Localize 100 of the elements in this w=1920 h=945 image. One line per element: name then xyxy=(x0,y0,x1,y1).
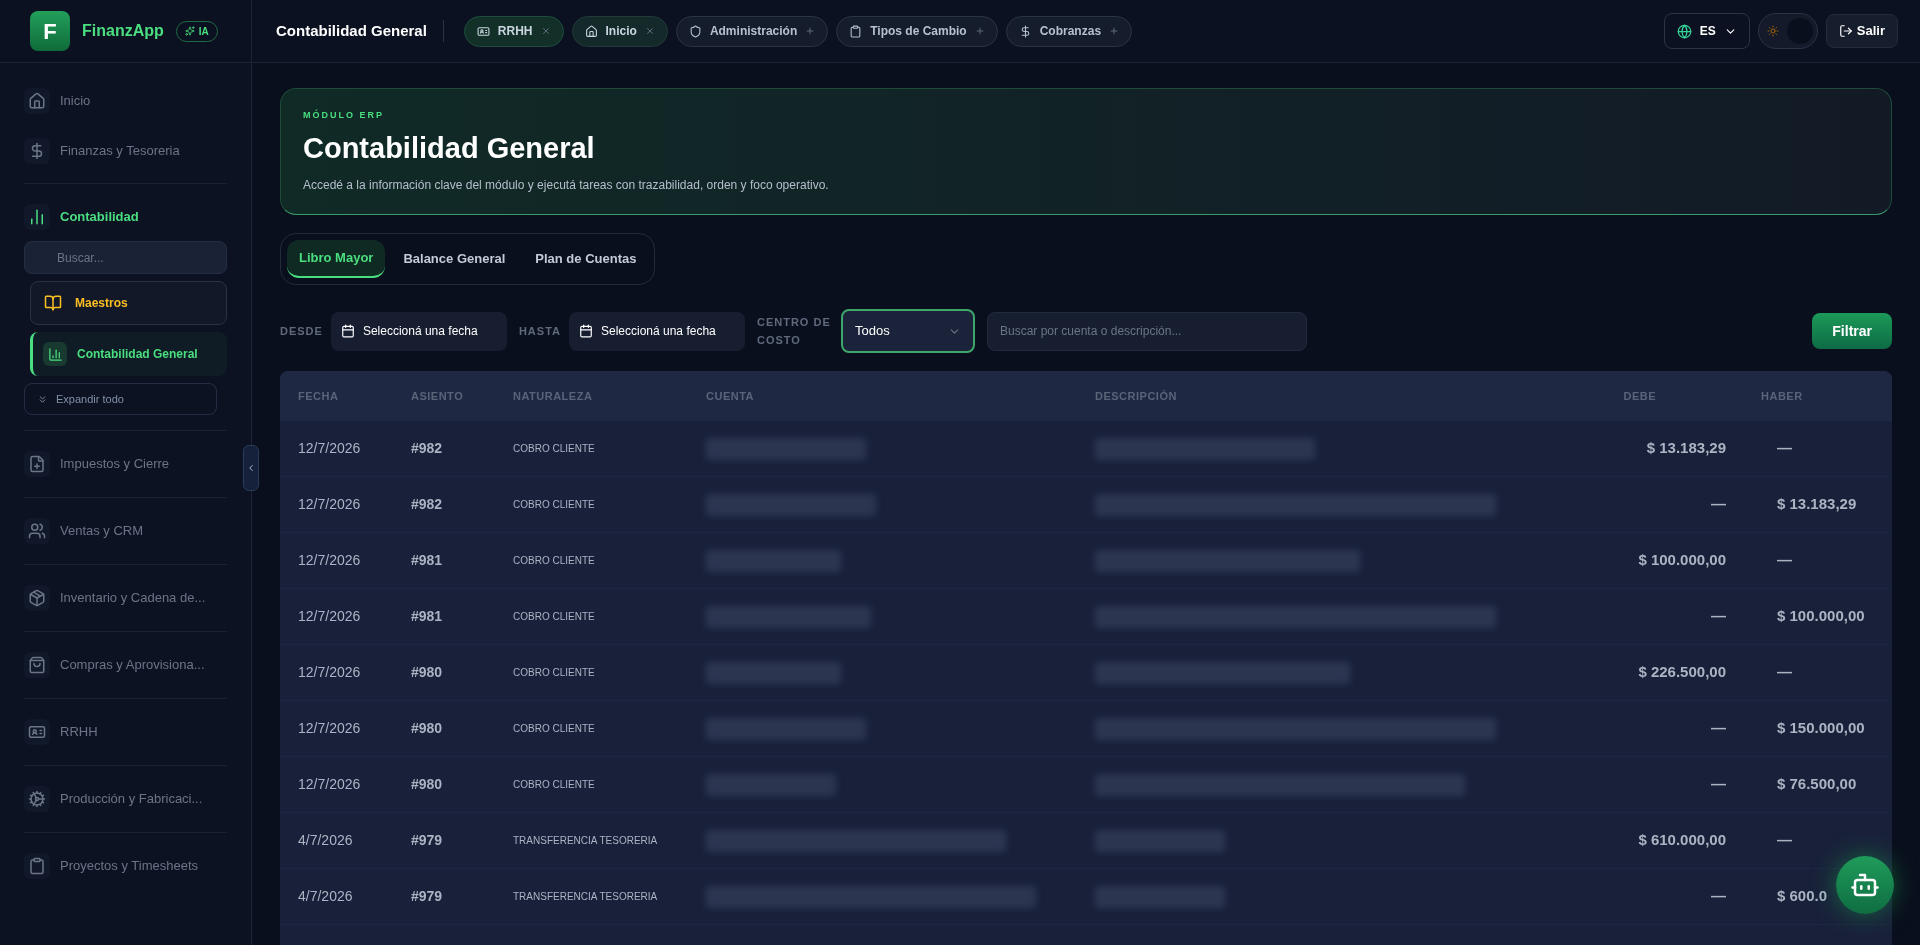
logout-icon xyxy=(1838,24,1853,38)
calendar-icon xyxy=(340,324,355,338)
sidebar-item[interactable]: Contabilidad xyxy=(24,199,227,235)
logout-button[interactable]: Salir xyxy=(1825,14,1898,48)
app-name: FinanzApp xyxy=(82,21,164,41)
language-select[interactable]: ES xyxy=(1663,13,1750,49)
table-cell-text: #980 xyxy=(411,775,444,794)
module-description: Accedé a la información clave del módulo y ejecutá tareas con trazabilidad, orden y foco operativo. xyxy=(303,177,830,194)
table-cell-text: #981 xyxy=(411,551,444,570)
column-header: DESCRIPCIÓN xyxy=(1095,388,1178,404)
sidebar-item[interactable]: RRHH xyxy=(24,714,227,750)
tab-icon xyxy=(688,24,702,38)
table-cell-text: $ 150.000,00 xyxy=(1776,718,1865,739)
table-cell-text: $ 13.183,29 xyxy=(1646,438,1726,459)
module-icon xyxy=(28,455,46,473)
table-cell-text: — xyxy=(1711,494,1726,515)
theme-toggle[interactable] xyxy=(1757,13,1818,49)
sidebar-item[interactable]: Impuestos y Cierre xyxy=(24,446,227,482)
chevrons-down-icon xyxy=(37,393,48,405)
from-date-field[interactable]: Seleccioná una fecha xyxy=(330,311,507,351)
sidebar-item[interactable]: Inventario y Cadena de... xyxy=(24,580,227,616)
table-cell-text: COBRO CLIENTE xyxy=(513,610,596,624)
module-icon xyxy=(28,857,46,875)
table-cell-text: 12/7/2026 xyxy=(298,495,362,514)
sidebar-item[interactable]: Proyectos y Timesheets xyxy=(24,848,227,884)
plus-icon xyxy=(805,26,816,36)
module-icon xyxy=(28,589,46,607)
table-cell-text: 4/7/2026 xyxy=(298,831,354,850)
module-tab[interactable]: Cobranzas xyxy=(1005,15,1133,47)
table-cell-text: — xyxy=(1776,662,1792,683)
table-cell-text: $ 610.000,00 xyxy=(1638,830,1726,851)
module-tab[interactable]: Tipos de Cambio xyxy=(836,15,998,47)
view-tab[interactable]: Balance General xyxy=(391,240,518,278)
cost-center-label: CENTRO DE COSTO xyxy=(757,315,832,348)
search-field[interactable]: Buscar por cuenta o descripción... xyxy=(987,311,1307,351)
table-cell-text: TRANSFERENCIA TESORERIA xyxy=(513,834,659,848)
table-cell-text: #981 xyxy=(411,607,444,626)
table-cell-text: — xyxy=(1776,830,1792,851)
sidebar-subitem[interactable]: Contabilidad General xyxy=(30,332,227,376)
column-header: CUENTA xyxy=(706,388,755,404)
to-label: HASTA xyxy=(518,323,561,339)
sidebar-item[interactable]: Inicio xyxy=(24,83,227,119)
cost-center-select[interactable]: Todos xyxy=(841,309,975,353)
table-cell-text: COBRO CLIENTE xyxy=(513,442,596,456)
module-icon xyxy=(28,522,46,540)
table-cell-text: 12/7/2026 xyxy=(298,551,362,570)
chevron-left-icon xyxy=(246,463,256,473)
table-cell-text: $ 100.000,00 xyxy=(1776,606,1865,627)
table-cell-text: #979 xyxy=(411,887,444,906)
sidebar-item[interactable]: Finanzas y Tesoreria xyxy=(24,133,227,169)
close-icon xyxy=(540,26,551,36)
view-tab[interactable]: Plan de Cuentas xyxy=(523,240,649,278)
column-header: HABER xyxy=(1760,388,1804,404)
table-cell-text: COBRO CLIENTE xyxy=(513,722,596,736)
plus-icon xyxy=(1109,26,1120,36)
book-icon xyxy=(44,294,62,312)
sidebar-item[interactable]: Producción y Fabricaci... xyxy=(24,781,227,817)
table-cell-text: $ 76.500,00 xyxy=(1776,774,1857,795)
table-cell-text: 12/7/2026 xyxy=(298,775,362,794)
page-title: Contabilidad General xyxy=(276,19,444,43)
module-icon xyxy=(28,790,46,808)
column-header: DEBE xyxy=(1623,388,1657,404)
module-tab[interactable]: Inicio xyxy=(571,15,668,47)
module-icon xyxy=(28,723,46,741)
module-tab[interactable]: RRHH xyxy=(463,15,564,47)
sidebar-item[interactable]: Compras y Aprovisiona... xyxy=(24,647,227,683)
table-cell-text: — xyxy=(1776,550,1792,571)
module-icon xyxy=(28,656,46,674)
module-icon xyxy=(28,92,46,110)
column-header: ASIENTO xyxy=(411,388,465,404)
tab-icon xyxy=(849,24,863,38)
filter-button[interactable]: Filtrar xyxy=(1812,313,1892,349)
tab-icon xyxy=(584,24,598,38)
table-cell-text: COBRO CLIENTE xyxy=(513,666,596,680)
module-kicker: MÓDULO ERP xyxy=(303,109,385,122)
table-cell-text: $ 226.500,00 xyxy=(1638,662,1726,683)
table-cell-text: — xyxy=(1711,886,1726,907)
bar-chart-icon xyxy=(47,346,63,362)
table-cell-text: $ 600.0 xyxy=(1776,886,1828,907)
sidebar-subitem[interactable]: Maestros xyxy=(30,281,227,325)
close-icon xyxy=(644,26,655,36)
sidebar-item[interactable]: Ventas y CRM xyxy=(24,513,227,549)
module-tab[interactable]: Administración xyxy=(675,15,829,47)
collapse-sidebar-button[interactable] xyxy=(243,445,259,491)
table-cell-text: COBRO CLIENTE xyxy=(513,778,596,792)
table-cell-text: COBRO CLIENTE xyxy=(513,498,596,512)
view-tab[interactable]: Libro Mayor xyxy=(287,240,386,278)
app-logo: F xyxy=(30,11,70,51)
table-cell-text: COBRO CLIENTE xyxy=(513,554,596,568)
table-cell-text: TRANSFERENCIA TESORERIA xyxy=(513,890,659,904)
column-header: FECHA xyxy=(298,388,340,404)
column-header: NATURALEZA xyxy=(513,388,594,404)
table-cell-text: #982 xyxy=(411,495,444,514)
table-cell-text: #980 xyxy=(411,663,444,682)
calendar-icon xyxy=(579,324,593,338)
table-cell-text: 12/7/2026 xyxy=(298,719,362,738)
expand-all-button[interactable]: Expandir todo xyxy=(24,383,217,415)
sidebar-search[interactable]: Buscar... xyxy=(24,241,227,274)
table-cell-text: 4/7/2026 xyxy=(298,887,354,906)
to-date-field[interactable]: Seleccioná una fecha xyxy=(569,311,745,351)
